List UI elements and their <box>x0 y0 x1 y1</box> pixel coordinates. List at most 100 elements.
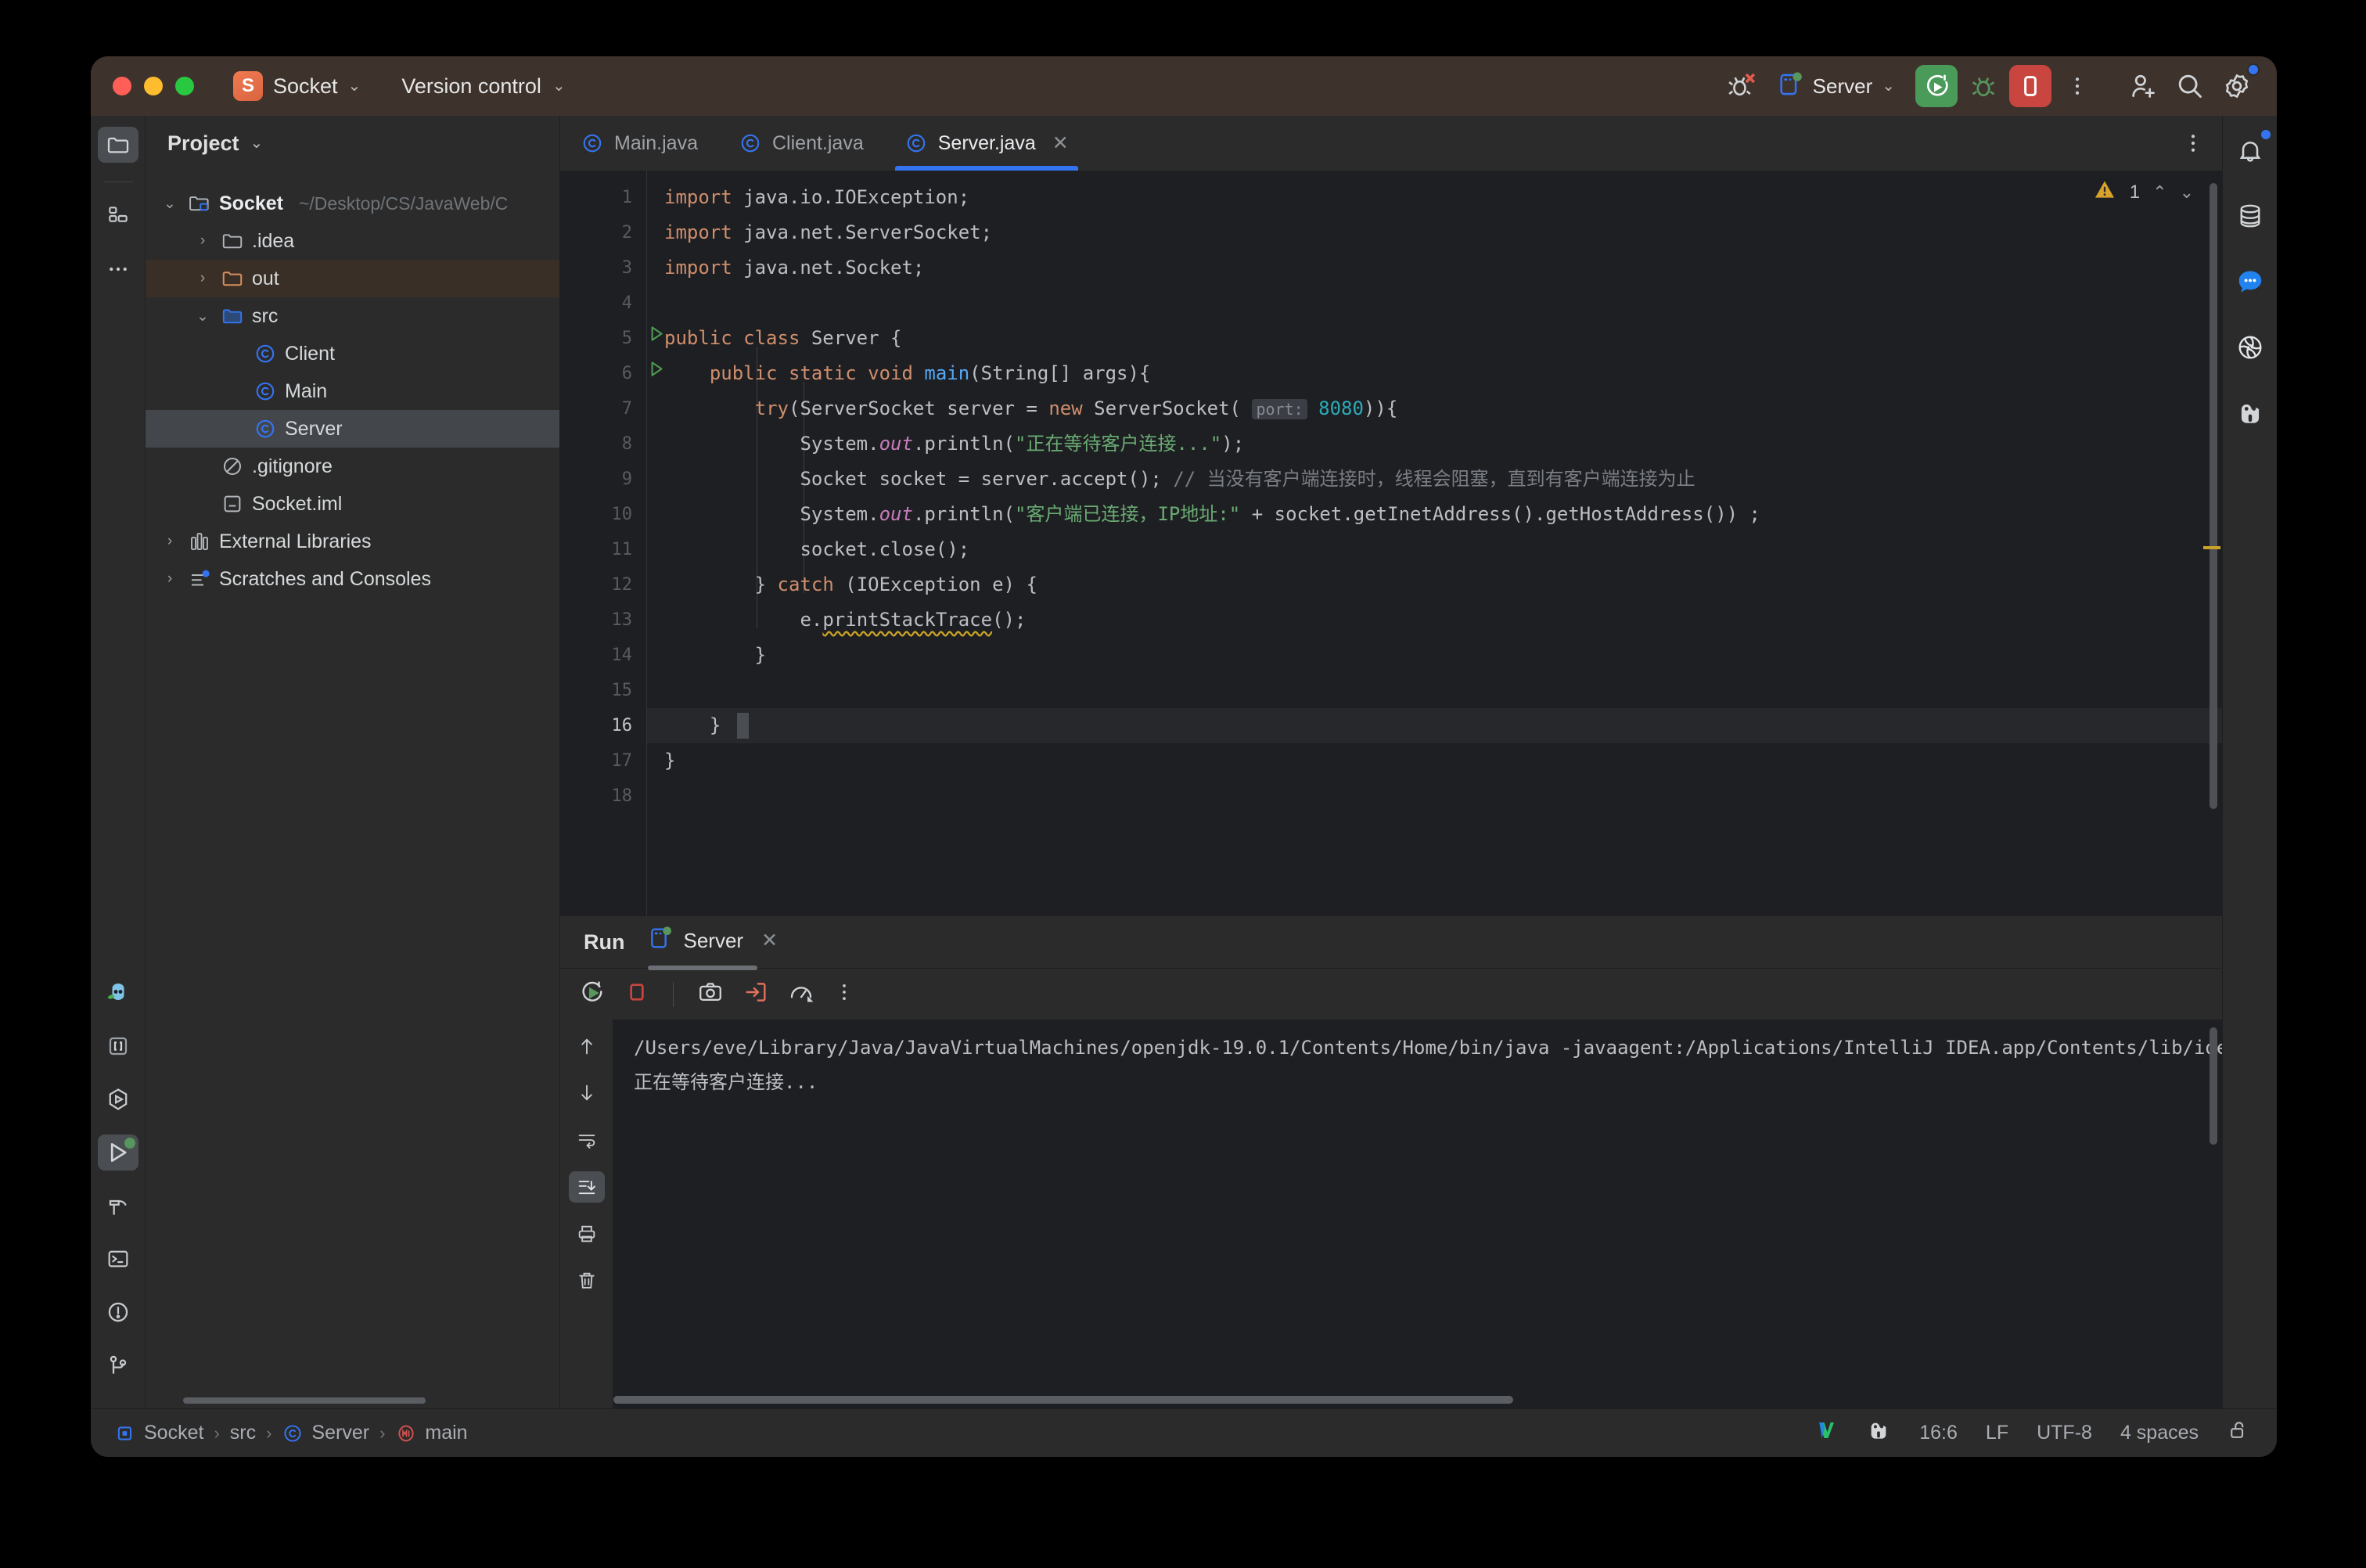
rerun-icon[interactable] <box>579 979 606 1009</box>
openai-icon[interactable] <box>2230 327 2271 368</box>
tree-item-gitignore[interactable]: .gitignore <box>146 448 559 485</box>
tree-item-socket-iml[interactable]: Socket.iml <box>146 485 559 523</box>
tree-item-socket[interactable]: ⌄Socket~/Desktop/CS/JavaWeb/C <box>146 185 559 222</box>
console-horizontal-scrollbar[interactable] <box>613 1396 1513 1404</box>
editor-tab-client-java[interactable]: Client.java <box>718 116 884 171</box>
tree-item-idea[interactable]: ›.idea <box>146 222 559 260</box>
codegeex-icon[interactable] <box>1866 1418 1891 1448</box>
tree-item-src[interactable]: ⌄src <box>146 297 559 335</box>
editor-inspection-status[interactable]: 1 ⌃ ⌄ <box>2092 177 2194 207</box>
java-class-icon <box>739 131 762 155</box>
scroll-to-end-icon[interactable] <box>569 1171 605 1203</box>
sidebar-item-commit[interactable] <box>98 198 138 234</box>
chevron-down-icon[interactable]: ⌄ <box>250 135 264 151</box>
breadcrumb-item-server[interactable]: Server <box>282 1422 369 1444</box>
code-content[interactable]: import java.io.IOException;import java.n… <box>646 171 2222 915</box>
chat-icon[interactable] <box>2230 261 2271 302</box>
run-tab-server[interactable]: Server ✕ <box>648 926 778 959</box>
sidebar-item-project[interactable] <box>98 127 138 163</box>
add-user-icon[interactable] <box>2122 65 2164 107</box>
tree-item-external-libraries[interactable]: › External Libraries <box>146 523 559 560</box>
chevron-down-icon[interactable]: ⌄ <box>192 307 213 325</box>
file-encoding[interactable]: UTF-8 <box>2037 1422 2092 1444</box>
editor-vertical-scrollbar[interactable] <box>2210 183 2217 809</box>
project-horizontal-scrollbar[interactable] <box>183 1397 426 1404</box>
sidebar-item-build[interactable] <box>98 1188 138 1224</box>
more-vertical-icon[interactable] <box>833 981 855 1007</box>
export-icon[interactable] <box>743 979 769 1009</box>
scroll-down-icon[interactable] <box>569 1077 605 1109</box>
ai-assistant-icon[interactable] <box>98 975 138 1011</box>
previous-problem-icon[interactable]: ⌃ <box>2152 182 2166 203</box>
profiler-icon[interactable] <box>788 979 814 1009</box>
tree-item-client[interactable]: Client <box>146 335 559 372</box>
tree-item-scratches-and-consoles[interactable]: › Scratches and Consoles <box>146 560 559 598</box>
version-control-menu[interactable]: Version control ⌄ <box>395 71 571 102</box>
sidebar-item-run[interactable] <box>98 1135 138 1171</box>
editor-warning-marker[interactable] <box>2203 546 2220 549</box>
more-vertical-icon[interactable] <box>2056 65 2098 107</box>
codegeex-icon[interactable] <box>2230 393 2271 433</box>
clear-all-icon[interactable] <box>569 1265 605 1296</box>
tree-item-main[interactable]: Main <box>146 372 559 410</box>
indent-setting[interactable]: 4 spaces <box>2120 1422 2199 1444</box>
minimize-window-button[interactable] <box>144 77 163 95</box>
settings-icon[interactable] <box>2216 65 2258 107</box>
editor-gutter[interactable]: 123456789101112131415161718 <box>560 171 646 915</box>
folder-excluded-icon <box>221 267 244 290</box>
editor-tab-main-java[interactable]: Main.java <box>560 116 718 171</box>
search-icon[interactable] <box>2169 65 2211 107</box>
chevron-right-icon[interactable]: › <box>192 270 213 287</box>
code-line: } <box>647 638 2222 673</box>
close-window-button[interactable] <box>113 77 131 95</box>
chevron-right-icon[interactable]: › <box>160 570 180 588</box>
java-class-icon <box>904 131 928 155</box>
notifications-icon[interactable] <box>2230 130 2271 171</box>
run-configuration-selector[interactable]: Server ⌄ <box>1767 67 1904 106</box>
close-icon[interactable]: ✕ <box>761 929 778 952</box>
scroll-up-icon[interactable] <box>569 1030 605 1062</box>
chevron-right-icon[interactable]: › <box>160 533 180 550</box>
soft-wrap-icon[interactable] <box>569 1124 605 1156</box>
line-number: 14 <box>560 638 646 673</box>
stop-button[interactable] <box>2009 65 2051 107</box>
stop-icon[interactable] <box>624 980 649 1009</box>
tree-item-out[interactable]: ›out <box>146 260 559 297</box>
console-output[interactable]: /Users/eve/Library/Java/JavaVirtualMachi… <box>613 1020 2222 1408</box>
console-vertical-scrollbar[interactable] <box>2210 1027 2217 1145</box>
sidebar-item-services[interactable] <box>98 1081 138 1117</box>
sidebar-item-structure[interactable] <box>98 1028 138 1064</box>
line-number: 15 <box>560 673 646 708</box>
run-button[interactable] <box>1915 65 1958 107</box>
editor-options-icon[interactable] <box>2181 116 2222 171</box>
project-selector[interactable]: S Socket ⌄ <box>227 68 367 104</box>
tree-item-server[interactable]: Server <box>146 410 559 448</box>
sidebar-item-problems[interactable] <box>98 1294 138 1330</box>
database-icon[interactable] <box>2230 196 2271 236</box>
tree-item-label: Scratches and Consoles <box>219 568 431 591</box>
close-icon[interactable]: ✕ <box>1052 131 1069 155</box>
editor-tab-server-java[interactable]: Server.java✕ <box>884 116 1089 171</box>
tree-item-label: External Libraries <box>219 530 372 553</box>
code-editor[interactable]: 123456789101112131415161718 import java.… <box>560 171 2222 915</box>
breadcrumb-item-socket[interactable]: Socket <box>114 1422 203 1444</box>
next-problem-icon[interactable]: ⌄ <box>2180 182 2194 203</box>
breadcrumb-item-main[interactable]: main <box>395 1422 467 1444</box>
vim-icon[interactable] <box>1814 1419 1838 1448</box>
chevron-down-icon[interactable]: ⌄ <box>160 195 180 213</box>
right-tool-rail <box>2222 116 2277 1408</box>
line-separator[interactable]: LF <box>1986 1422 2008 1444</box>
sidebar-item-more-tool-windows[interactable] <box>98 251 138 287</box>
screenshot-icon[interactable] <box>697 979 724 1009</box>
breadcrumb-item-src[interactable]: src <box>230 1422 256 1444</box>
unlocked-icon[interactable] <box>2227 1419 2250 1448</box>
breadcrumb-separator: › <box>266 1423 271 1444</box>
print-icon[interactable] <box>569 1218 605 1250</box>
maximize-window-button[interactable] <box>175 77 194 95</box>
debug-button[interactable] <box>1962 65 2005 107</box>
sidebar-item-terminal[interactable] <box>98 1241 138 1277</box>
debug-disabled-icon[interactable] <box>1721 65 1763 107</box>
caret-position[interactable]: 16:6 <box>1919 1422 1958 1444</box>
sidebar-item-version-control[interactable] <box>98 1347 138 1383</box>
chevron-right-icon[interactable]: › <box>192 232 213 250</box>
